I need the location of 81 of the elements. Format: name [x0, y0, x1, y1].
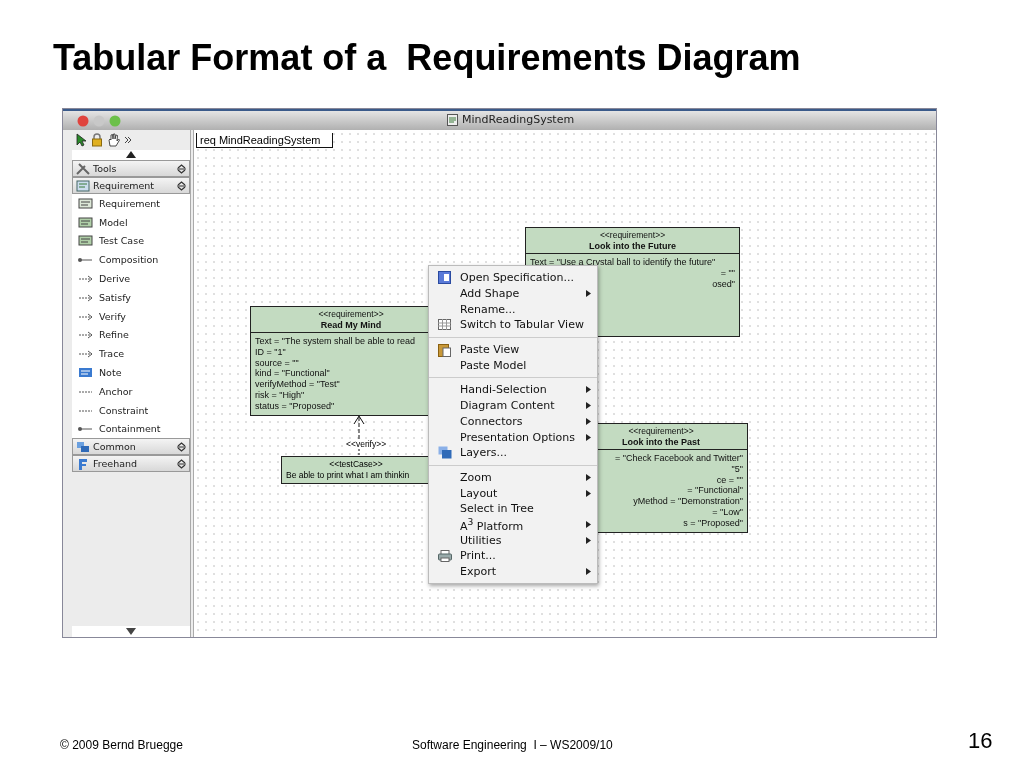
attribute-text: ID = "1"	[255, 346, 286, 358]
layers-icon	[437, 446, 452, 460]
attribute-text: = "Low"	[712, 507, 743, 518]
diagram-frame-label: req MindReadingSystem	[196, 133, 334, 148]
requirement-name: Look into the Past	[622, 437, 700, 448]
menu-item[interactable]: Export	[429, 563, 597, 580]
attribute-text: kind = "Functional"	[255, 368, 330, 380]
table-icon	[438, 319, 451, 331]
attribute-text: risk = "High"	[255, 390, 305, 401]
palette-group-header[interactable]: Freehand	[72, 455, 190, 473]
attribute-text: s = "Proposed"	[683, 517, 743, 529]
tools-icon	[76, 162, 90, 175]
shapes-icon	[76, 440, 90, 453]
window-title: MindReadingSystem	[462, 113, 575, 126]
attribute-text: Text = "Use a Crystal ball to identify the future"	[530, 257, 716, 268]
palette-item[interactable]: Containment	[72, 419, 190, 439]
attribute-text: "5"	[731, 463, 743, 475]
palette-item[interactable]: Satisfy	[72, 288, 190, 307]
palette-item[interactable]: Anchor	[72, 381, 190, 401]
stereotype-label: <<testCase>>	[329, 459, 383, 470]
expand-toggle-icon[interactable]	[177, 180, 186, 191]
group-label: Common	[93, 441, 137, 453]
expand-toggle-icon[interactable]	[177, 163, 186, 174]
connector-icon	[78, 348, 93, 360]
printer-icon	[437, 549, 452, 562]
palette-group-header[interactable]: Tools	[72, 160, 190, 177]
pointer-icon[interactable]	[75, 133, 87, 147]
testcase-text: Be able to print what I am thinkin	[286, 470, 410, 481]
stereotype-label: <<requirement>>	[318, 309, 384, 320]
palette-item[interactable]: Test Case	[72, 231, 190, 251]
group-label: Freehand	[93, 458, 139, 470]
attribute-text: osed"	[712, 278, 735, 290]
group-label: Tools	[93, 163, 118, 174]
flag-icon	[76, 457, 90, 470]
attribute-text: verifyMethod = "Test"	[255, 379, 340, 390]
attribute-text: source = ""	[255, 357, 299, 369]
palette-group-header[interactable]: Common	[72, 438, 190, 456]
menu-item[interactable]: Print...	[429, 548, 597, 564]
palette-item[interactable]: Refine	[72, 325, 190, 345]
stereotype-label: <<requirement>>	[628, 426, 694, 437]
connector-icon	[78, 273, 93, 285]
footer-course: Software Engineering I – WS2009/10	[412, 738, 613, 752]
connector-icon	[78, 329, 93, 341]
palette-item[interactable]: Note	[72, 363, 190, 382]
expand-toggle-icon[interactable]	[177, 458, 186, 469]
expand-toggle-icon[interactable]	[177, 441, 186, 452]
scroll-down-icon[interactable]	[126, 628, 136, 635]
attribute-text: = ""	[720, 267, 735, 279]
palette-item[interactable]: Trace	[72, 344, 190, 364]
palette-item[interactable]: Model	[72, 212, 190, 232]
attribute-text: = "Functional"	[687, 485, 743, 497]
palette-item[interactable]: Requirement	[72, 194, 190, 213]
chevron-icon[interactable]	[124, 136, 132, 144]
palette-item[interactable]: Verify	[72, 306, 190, 326]
menu-item[interactable]: Utilities	[429, 532, 597, 548]
slide-title: Tabular Format of a Requirements Diagram	[52, 36, 802, 80]
palette-item[interactable]: Constraint	[72, 400, 190, 420]
palette-item[interactable]: Composition	[72, 250, 190, 270]
page-number: 16	[968, 728, 993, 754]
requirement-name: Read My Mind	[320, 320, 382, 331]
hand-icon[interactable]	[107, 133, 120, 147]
attribute-text: ce = ""	[716, 474, 743, 486]
element-icon	[78, 216, 93, 228]
element-icon	[78, 235, 93, 247]
attribute-text: = "Check Facebook and Twitter"	[614, 453, 743, 464]
palette-group-header[interactable]: Requirement	[72, 177, 190, 194]
requirement-icon	[76, 179, 90, 192]
footer-copyright: © 2009 Bernd Bruegge	[60, 738, 183, 752]
lock-icon[interactable]	[91, 133, 103, 147]
clipboard-icon	[438, 342, 451, 357]
requirement-name: Look into the Future	[589, 241, 676, 252]
attribute-text: Text = "The system shall be able to read	[255, 336, 416, 347]
document-icon	[447, 113, 458, 126]
connector-label: <<verify>>	[346, 439, 387, 449]
attribute-text: yMethod = "Demonstration"	[633, 496, 743, 507]
note-icon	[78, 367, 93, 379]
stereotype-label: <<requirement>>	[599, 230, 666, 241]
element-icon	[78, 197, 93, 209]
group-label: Requirement	[93, 180, 156, 191]
attribute-text: status = "Proposed"	[255, 400, 335, 412]
palette-item[interactable]: Derive	[72, 269, 190, 288]
